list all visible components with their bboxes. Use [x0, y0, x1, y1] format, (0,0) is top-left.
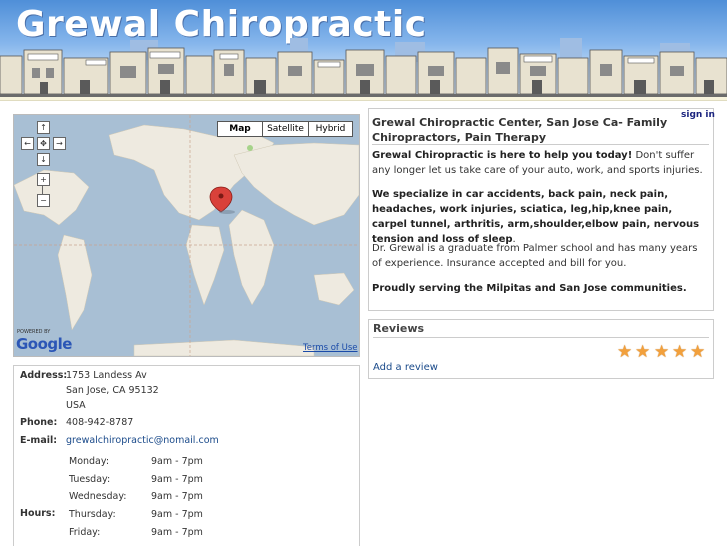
address-line-1: 1753 Landess Av	[66, 370, 147, 381]
hours-day: Monday:	[69, 456, 110, 467]
doctor-paragraph: Dr. Grewal is a graduate from Palmer sch…	[372, 243, 698, 269]
pan-center-icon[interactable]: ✥	[37, 137, 50, 150]
hours-day: Friday:	[69, 527, 101, 538]
intro-paragraph: Grewal Chiropractic is here to help you …	[372, 148, 709, 178]
terms-of-use-link[interactable]: Terms of Use	[303, 343, 358, 353]
specialties-bold: We specialize in car accidents, back pai…	[372, 189, 700, 245]
site-header: Grewal Chiropractic	[0, 0, 727, 97]
intro-bold: Grewal Chiropractic is here to help you …	[372, 150, 633, 161]
hours-time: 9am - 7pm	[151, 491, 203, 502]
contact-details-panel: Address: 1753 Landess Av San Jose, CA 95…	[13, 365, 360, 546]
sign-in-link[interactable]: sign in	[681, 110, 715, 120]
town-banner-illustration	[0, 38, 727, 97]
hours-day: Thursday:	[69, 509, 116, 520]
phone-number: 408-942-8787	[66, 417, 134, 428]
map-type-hybrid-button[interactable]: Hybrid	[308, 121, 353, 137]
pan-right-icon[interactable]: →	[53, 137, 66, 150]
hours-time: 9am - 7pm	[151, 527, 203, 538]
star-icon: ★	[635, 342, 651, 362]
email-link[interactable]: grewalchiropractic@nomail.com	[66, 435, 219, 446]
google-map[interactable]: Map Satellite Hybrid ↑ ← ✥ → ↓ + − POWER…	[13, 114, 360, 357]
reviews-panel: Reviews ★ ★ ★ ★ ★ Add a review	[368, 319, 714, 379]
hours-time: 9am - 7pm	[151, 456, 203, 467]
serving-paragraph: Proudly serving the Milpitas and San Jos…	[372, 283, 687, 294]
reviews-title: Reviews	[373, 322, 425, 335]
address-line-3: USA	[66, 400, 86, 411]
address-label: Address:	[20, 370, 68, 381]
zoom-in-icon[interactable]: +	[37, 173, 50, 186]
star-icon: ★	[672, 342, 688, 362]
business-title: Grewal Chiropractic Center, San Jose Ca-…	[372, 116, 668, 144]
world-map-illustration	[14, 115, 359, 356]
hours-label: Hours:	[20, 508, 56, 519]
google-logo[interactable]: Google	[16, 335, 72, 353]
star-icon: ★	[690, 342, 706, 362]
pan-left-icon[interactable]: ←	[21, 137, 34, 150]
star-icon: ★	[617, 342, 633, 362]
email-label: E-mail:	[20, 435, 58, 446]
map-type-satellite-button[interactable]: Satellite	[262, 121, 309, 137]
specialties-paragraph: We specialize in car accidents, back pai…	[372, 187, 709, 247]
title-divider	[372, 144, 709, 145]
zoom-out-icon[interactable]: −	[37, 194, 50, 207]
zoom-slider-track[interactable]	[42, 186, 43, 194]
add-review-link[interactable]: Add a review	[373, 362, 438, 373]
hours-day: Wednesday:	[69, 491, 127, 502]
reviews-divider	[373, 337, 709, 338]
map-type-map-button[interactable]: Map	[217, 121, 263, 137]
hours-time: 9am - 7pm	[151, 509, 203, 520]
pan-down-icon[interactable]: ↓	[37, 153, 50, 166]
star-icon: ★	[654, 342, 670, 362]
pan-up-icon[interactable]: ↑	[37, 121, 50, 134]
hours-day: Tuesday:	[69, 474, 111, 485]
phone-label: Phone:	[20, 417, 58, 428]
hours-time: 9am - 7pm	[151, 474, 203, 485]
address-line-2: San Jose, CA 95132	[66, 385, 159, 396]
